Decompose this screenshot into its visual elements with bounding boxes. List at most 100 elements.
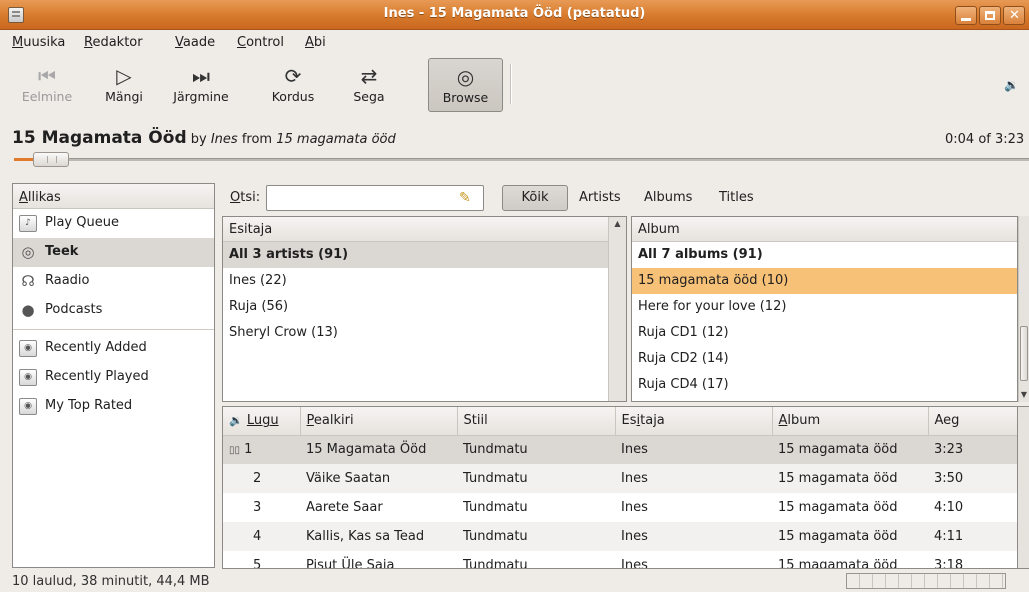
track-genre: Tundmatu (457, 435, 615, 464)
search-input[interactable] (271, 187, 451, 209)
library-summary: 10 laulud, 38 minutit, 44,4 MB (12, 574, 210, 589)
source-label: Raadio (45, 273, 90, 288)
column-artist-label-rest: taja (640, 413, 665, 429)
column-track-number[interactable]: 🔉 Lugu (223, 407, 301, 436)
menu-label: ontrol (246, 35, 284, 50)
track-row[interactable]: 2 Väike Saatan Tundmatu Ines 15 magamata… (223, 464, 1017, 493)
seek-handle[interactable] (33, 152, 69, 167)
seek-bar[interactable] (14, 158, 1029, 161)
smart-playlist-icon: ◉ (19, 369, 37, 386)
status-bar: 10 laulud, 38 minutit, 44,4 MB (0, 570, 1029, 592)
playlist-label: My Top Rated (45, 398, 133, 413)
column-genre[interactable]: Stiil (457, 407, 616, 436)
filter-titles[interactable]: Titles (719, 190, 754, 205)
next-button[interactable]: ⏭ Järgmine (165, 58, 237, 112)
menu-label: aade (182, 35, 216, 50)
browse-toggle-button[interactable]: ◎ Browse (428, 58, 503, 112)
source-divider (13, 329, 214, 330)
album-scrollbar[interactable]: ▼ (1018, 216, 1029, 402)
playlist-recently-played[interactable]: ◉ Recently Played (13, 363, 214, 392)
track-title: Väike Saatan (300, 464, 457, 493)
maximize-button[interactable] (979, 6, 1001, 25)
repeat-button[interactable]: ⟳ Kordus (264, 58, 322, 112)
next-label: Järgmine (173, 89, 229, 104)
scroll-down-icon[interactable]: ▼ (1019, 388, 1029, 402)
column-time[interactable]: Aeg (928, 407, 1017, 436)
album-column-header[interactable]: Album (632, 217, 1017, 242)
skip-forward-icon: ⏭ (192, 64, 210, 88)
track-number: 1 (244, 442, 253, 458)
album-row-selected[interactable]: 15 magamata ööd (10) (632, 268, 1017, 294)
album-row-all[interactable]: All 7 albums (91) (632, 242, 1017, 268)
minimize-button[interactable] (955, 6, 977, 25)
source-podcasts[interactable]: ● Podcasts (13, 296, 214, 325)
column-title[interactable]: Pealkiri (300, 407, 458, 436)
play-button[interactable]: ▷ Mängi (100, 58, 148, 112)
artist-scrollbar[interactable]: ▲ (608, 217, 626, 401)
source-play-queue[interactable]: ♪ Play Queue (13, 209, 214, 238)
album-row[interactable]: Ruja CD4 (17) (632, 372, 1017, 398)
source-list-header[interactable]: Allikas (13, 184, 214, 209)
search-label-text: tsi: (240, 190, 261, 205)
track-album: 15 magamata ööd (772, 522, 928, 551)
album-row[interactable]: Here for your love (12) (632, 294, 1017, 320)
column-mnemonic: P (306, 413, 314, 429)
paused-icon: ▯▯ (229, 445, 241, 457)
source-list: Allikas ♪ Play Queue ◎ Teek ☊ Raadio ● P… (12, 183, 215, 568)
filter-all-button[interactable]: Kõik (502, 185, 568, 211)
track-row[interactable]: 5 Pisut Üle Saja Tundmatu Ines 15 magama… (223, 551, 1017, 568)
track-artist: Ines (615, 464, 772, 493)
track-time: 4:10 (934, 500, 964, 515)
scroll-up-icon[interactable]: ▲ (609, 217, 626, 231)
album-row[interactable]: Ruja CD2 (14) (632, 346, 1017, 372)
artist-row[interactable]: Sheryl Crow (13) (223, 320, 626, 346)
track-number: 3 (253, 500, 262, 515)
menu-edit[interactable]: Redaktor (84, 35, 143, 50)
artist-column-header[interactable]: Esitaja (223, 217, 626, 242)
menu-control[interactable]: Control (237, 35, 284, 50)
playlist-recently-added[interactable]: ◉ Recently Added (13, 334, 214, 363)
shuffle-label: Sega (353, 89, 385, 104)
menu-view[interactable]: Vaade (175, 35, 215, 50)
artist-row[interactable]: Ines (22) (223, 268, 626, 294)
track-row[interactable]: 4 Kallis, Kas sa Tead Tundmatu Ines 15 m… (223, 522, 1017, 551)
previous-button[interactable]: ⏮ Eelmine (18, 58, 76, 112)
skip-back-icon: ⏮ (38, 64, 56, 88)
track-title: Kallis, Kas sa Tead (300, 522, 457, 551)
volume-icon[interactable]: 🔉 (1004, 78, 1019, 92)
track-row[interactable]: 3 Aarete Saar Tundmatu Ines 15 magamata … (223, 493, 1017, 522)
source-radio[interactable]: ☊ Raadio (13, 267, 214, 296)
column-title-label: ealkiri (313, 413, 354, 429)
speaker-icon: 🔉 (229, 414, 243, 428)
now-playing-song: 15 Magamata Ööd (12, 128, 187, 148)
search-field[interactable] (266, 185, 484, 211)
column-album[interactable]: Album (772, 407, 929, 436)
shuffle-button[interactable]: ⇄ Sega (345, 58, 393, 112)
playlist-label: Recently Added (45, 340, 147, 355)
artist-row[interactable]: Ruja (56) (223, 294, 626, 320)
album-row[interactable]: Ruja CD1 (12) (632, 320, 1017, 346)
menu-music[interactable]: Muusika (12, 35, 65, 50)
column-artist-label: Es (621, 413, 637, 429)
album-scroll-thumb[interactable] (1020, 326, 1028, 381)
clear-search-icon[interactable]: ✎ (459, 190, 475, 206)
source-library[interactable]: ◎ Teek (13, 238, 214, 267)
radio-icon: ☊ (21, 272, 35, 290)
shuffle-icon: ⇄ (360, 64, 378, 88)
now-playing-artist: Ines (210, 132, 238, 147)
browse-icon: ◎ (456, 65, 475, 89)
close-button[interactable]: ✕ (1003, 6, 1025, 25)
maximize-icon (985, 11, 995, 20)
track-artist: Ines (615, 522, 772, 551)
playlist-my-top-rated[interactable]: ◉ My Top Rated (13, 392, 214, 421)
track-genre: Tundmatu (457, 522, 615, 551)
artist-row-all[interactable]: All 3 artists (91) (223, 242, 626, 268)
track-row[interactable]: ▯▯ 1 15 Magamata Ööd Tundmatu Ines 15 ma… (223, 435, 1017, 464)
filter-artists[interactable]: Artists (579, 190, 621, 205)
menu-help[interactable]: Abi (305, 35, 326, 50)
track-list-scrollbar[interactable] (1018, 406, 1029, 569)
filter-albums[interactable]: Albums (644, 190, 692, 205)
title-bar[interactable]: Ines - 15 Magamata Ööd (peatatud) ✕ (0, 0, 1029, 30)
toolbar-separator (510, 64, 511, 104)
column-artist[interactable]: Esitaja (615, 407, 773, 436)
